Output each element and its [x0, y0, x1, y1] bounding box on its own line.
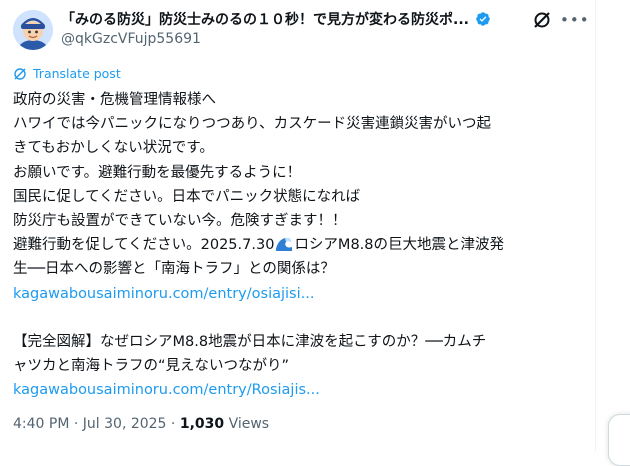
post-text: 政府の災害・危機管理情報様へ ハワイでは今パニックになりつつあり、カスケード災害…	[13, 88, 581, 402]
more-icon[interactable]: •••	[560, 10, 589, 30]
post-text-line: 防災庁も設置ができていない今。危険すぎます！！	[13, 212, 347, 229]
post-text-line: ャツカと南海トラフの“見えないつながり”	[13, 358, 290, 375]
grok-icon[interactable]	[531, 9, 553, 31]
post-text-line: 避難行動を促してください。2025.7.30 ロシアM8.8の巨大地震と津波発	[13, 233, 581, 257]
post-text-line: ハワイでは今パニックになりつつあり、カスケード災害連鎖災害がいつ起	[13, 116, 492, 133]
post-text-line: お願いです。避難行動を最優先するように！	[13, 164, 302, 181]
post-text-line: きてもおかしくない状況です。	[13, 140, 214, 157]
post-time[interactable]: 4:40 PM	[13, 416, 69, 432]
column-divider	[595, 0, 596, 451]
author-handle[interactable]: @qkGzcVFujp55691	[61, 31, 541, 47]
views-count: 1,030	[179, 416, 225, 432]
post-text-line: 【完全図解】なぜロシアM8.8地震が日本に津波を起こすのか？──カムチ	[13, 333, 487, 350]
translate-icon	[14, 67, 26, 80]
article-link-1[interactable]: kagawabousaiminoru.com/entry/osiajisi...	[13, 282, 581, 306]
article-link-2[interactable]: kagawabousaiminoru.com/entry/Rosiajis...	[13, 378, 581, 402]
post-text-line: 国民に促してください。日本でパニック状態になれば	[13, 188, 361, 205]
floating-widget[interactable]	[608, 414, 630, 466]
meta-separator: ·	[69, 416, 83, 432]
post-text-segment: 避難行動を促してください。2025.7.30	[13, 237, 275, 254]
author-name-row: 「みのる防災」防災士みのるの１０秒！で見方が変わる防災ポ...	[61, 9, 541, 29]
post-text-line: 政府の災害・危機管理情報様へ	[13, 92, 216, 108]
post-text-line: 生──日本への影響と「南海トラフ」との関係は？	[13, 261, 335, 278]
water-wave-emoji-icon	[276, 237, 293, 252]
verified-badge-icon	[476, 12, 490, 26]
post-meta: 4:40 PM · Jul 30, 2025 · 1,030 Views	[13, 416, 269, 432]
post-text-segment: ロシアM8.8の巨大地震と津波発	[294, 237, 505, 254]
meta-separator: ·	[166, 416, 180, 432]
translate-label: Translate post	[33, 66, 121, 81]
post-date[interactable]: Jul 30, 2025	[83, 416, 167, 432]
avatar[interactable]	[13, 10, 53, 50]
author-name[interactable]: 「みのる防災」防災士みのるの１０秒！で見方が変わる防災ポ...	[61, 9, 469, 29]
translate-post-button[interactable]: Translate post	[13, 66, 121, 81]
views-label: Views	[224, 416, 270, 432]
post: 「みのる防災」防災士みのるの１０秒！で見方が変わる防災ポ... @qkGzcVF…	[0, 0, 595, 451]
post-author: 「みのる防災」防災士みのるの１０秒！で見方が変わる防災ポ... @qkGzcVF…	[61, 9, 541, 47]
